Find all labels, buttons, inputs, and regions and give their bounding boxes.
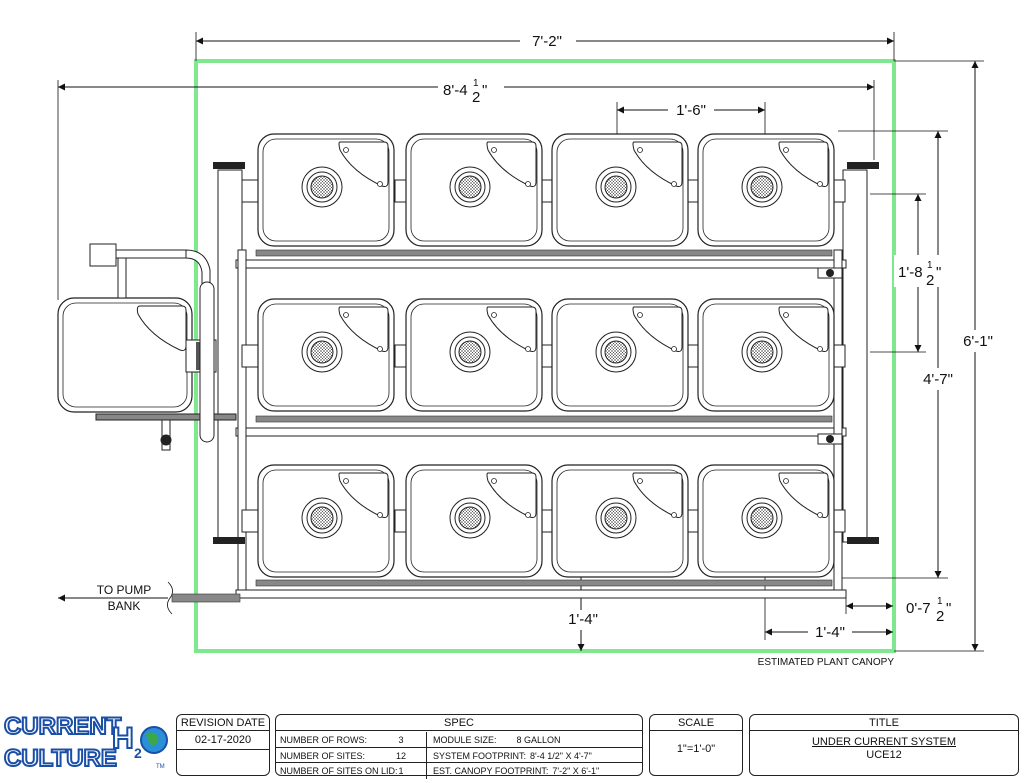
logo-line1: CURRENT (4, 713, 122, 740)
spec-box: SPEC NUMBER OF ROWS: 3 MODULE SIZE: 8 GA… (275, 714, 643, 779)
spec-value2: 8'-4 1/2" X 4'-7" (530, 751, 592, 761)
dim-frac-suffix: " (482, 82, 487, 99)
dimension-offset: 0'-7 1 2 " (845, 590, 964, 625)
title-line1: UNDER CURRENT SYSTEM (811, 736, 957, 748)
spec-row: NUMBER OF ROWS: 3 MODULE SIZE: 8 GALLON (276, 732, 642, 748)
scale-header: SCALE (650, 715, 742, 731)
net-pot-icon (301, 331, 343, 373)
to-pump-bank: TO PUMP BANK (58, 581, 241, 615)
net-pot-icon (449, 166, 491, 208)
grow-module (257, 298, 395, 412)
pump-label-line2: BANK (108, 599, 141, 613)
spec-label: NUMBER OF SITES: (280, 751, 366, 761)
dim-left-offset-text: 1'-4" (568, 611, 598, 628)
grow-module (551, 464, 689, 578)
spec-value2: 7'-2" X 6'-1" (552, 766, 600, 776)
dim-bottom-offset-text: 1'-4" (815, 624, 845, 641)
logo-line2: CULTURE (4, 745, 117, 772)
grow-module (697, 133, 835, 247)
canopy-label: ESTIMATED PLANT CANOPY (758, 657, 895, 668)
spec-table: NUMBER OF ROWS: 3 MODULE SIZE: 8 GALLON … (276, 732, 642, 779)
revision-box: REVISION DATE 02-17-2020 (176, 714, 270, 776)
net-pot-icon (741, 497, 783, 539)
grow-module (405, 133, 543, 247)
dim-row-frac-suffix: " (936, 264, 941, 281)
dimension-top-width: 7'-2" (195, 30, 895, 61)
grow-module (405, 464, 543, 578)
spec-row: NUMBER OF SITES ON LID: 1 EST. CANOPY FO… (276, 762, 642, 779)
current-culture-logo: CURRENT CULTURE H 2 TM (2, 704, 172, 778)
dimension-overall-height: 6'-1" (894, 60, 1000, 652)
scale-box: SCALE 1"=1'-0" (649, 714, 743, 776)
dim-frac-den: 2 (472, 89, 480, 106)
title-box: TITLE UNDER CURRENT SYSTEM UCE12 (749, 714, 1019, 776)
title-header: TITLE (750, 715, 1018, 731)
net-pot-icon (741, 166, 783, 208)
spec-header: SPEC (276, 715, 642, 731)
logo-tm: TM (156, 764, 165, 770)
grow-module (405, 298, 543, 412)
revision-header: REVISION DATE (177, 715, 269, 731)
logo-h: H (112, 722, 134, 755)
dim-frac-num: 1 (473, 78, 479, 89)
net-pot-icon (449, 497, 491, 539)
dim-row-frac-num: 1 (927, 260, 933, 271)
control-bucket (57, 297, 217, 413)
grow-module (257, 133, 395, 247)
revision-date: 02-17-2020 (177, 731, 269, 750)
dim-module-spacing-text: 1'-6" (676, 102, 706, 119)
net-pot-icon (741, 331, 783, 373)
dim-row-spacing-text: 1'-8 (898, 264, 923, 281)
dimension-row-spacing: 1'-8 1 2 " (870, 193, 944, 353)
system-drawing: 7'-2" 8'-4 1 2 " 1'-6" 6'-1" 4'-7" 1'-8 … (57, 30, 1000, 668)
logo-sub: 2 (134, 745, 142, 761)
grow-module (551, 133, 689, 247)
dim-system-width-text: 8'-4 (443, 82, 468, 99)
dim-offset-frac-suffix: " (946, 600, 951, 617)
net-pot-icon (595, 497, 637, 539)
net-pot-icon (301, 497, 343, 539)
grow-module (551, 298, 689, 412)
net-pot-icon (595, 331, 637, 373)
net-pot-icon (595, 166, 637, 208)
spec-label: NUMBER OF SITES ON LID: (280, 766, 398, 776)
scale-value: 1"=1'-0" (676, 743, 716, 755)
dim-top-width-text: 7'-2" (532, 33, 562, 50)
dim-offset-frac-den: 2 (936, 608, 944, 625)
net-pot-icon (301, 166, 343, 208)
grow-module (697, 298, 835, 412)
spec-label2: EST. CANOPY FOOTPRINT: (433, 766, 549, 776)
pump-label-line1: TO PUMP (97, 583, 151, 597)
dim-offset-frac-num: 1 (937, 596, 943, 607)
spec-value2: 8 GALLON (516, 735, 561, 745)
net-pot-icon (449, 331, 491, 373)
dim-offset-text: 0'-7 (906, 600, 931, 617)
title-line2: UCE12 (866, 749, 902, 761)
grow-module (697, 464, 835, 578)
spec-label: NUMBER OF ROWS: (280, 735, 367, 745)
spec-value: 3 (376, 732, 427, 748)
grow-module (257, 464, 395, 578)
dim-system-height-text: 4'-7" (923, 371, 953, 388)
dim-row-frac-den: 2 (926, 272, 934, 289)
spec-label2: MODULE SIZE: (433, 735, 497, 745)
spec-label2: SYSTEM FOOTPRINT: (433, 751, 527, 761)
spec-value: 1 (376, 763, 427, 779)
dim-overall-height-text: 6'-1" (963, 333, 993, 350)
